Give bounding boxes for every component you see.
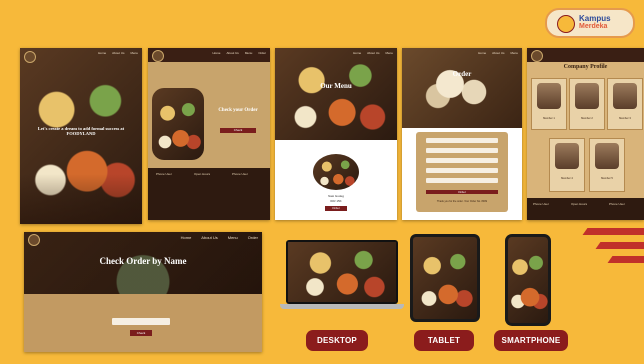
check-order-screenshot: Home About Us Menu Order Check your Order C…: [148, 48, 270, 220]
navbar: [527, 48, 644, 62]
menu-screenshot: Home About Us Menu Our Menu Nasi Gudeg IDR…: [275, 48, 397, 220]
home-screenshot: Home About Us Menu Let's create a dream …: [20, 48, 142, 224]
footer: Phone User Open Hours Phone User: [527, 198, 644, 220]
member-name: Member 3: [619, 117, 631, 120]
footer-col1: Phone User: [533, 202, 549, 206]
check-by-name-title: Check Order by Name: [99, 256, 187, 266]
company-screenshot: Company Profile Member 1 Member 2 Member…: [527, 48, 644, 220]
smartphone-label: SMARTPHONE: [494, 330, 568, 351]
member-photo: [555, 143, 579, 169]
menu-item-price: IDR 15K: [330, 199, 342, 203]
brand-logo: Kampus Merdeka: [545, 8, 635, 38]
member-card: Member 4: [549, 138, 585, 192]
brand-emblem-icon: [557, 15, 575, 33]
order-field[interactable]: [426, 158, 498, 163]
menu-item-name: Nasi Gudeg: [328, 194, 344, 198]
nav-about[interactable]: About Us: [367, 51, 379, 55]
nav-menu[interactable]: Menu: [130, 51, 138, 55]
name-input[interactable]: [112, 318, 170, 325]
logo-icon: [28, 234, 40, 246]
member-name: Member 5: [601, 177, 613, 180]
menu-item-photo: [313, 154, 359, 190]
decor-stripe: [595, 242, 644, 249]
tablet-device: [410, 234, 480, 322]
order-note: Thank you for the order. Your Order No. …: [436, 200, 488, 203]
desktop-screen: [286, 240, 398, 304]
tablet-label: TABLET: [414, 330, 474, 351]
logo-icon: [24, 51, 36, 63]
member-card: Member 5: [589, 138, 625, 192]
nav-home[interactable]: Home: [181, 235, 192, 240]
smartphone-device: [505, 234, 551, 326]
nav-about[interactable]: About Us: [226, 51, 238, 55]
home-dark-overlay: [20, 174, 142, 224]
footer: Phone User Open Hours Phone User: [148, 168, 270, 220]
brand-subtitle: Merdeka: [579, 23, 608, 30]
nav-menu[interactable]: Menu: [385, 51, 393, 55]
nav-menu[interactable]: Menu: [228, 235, 238, 240]
member-photo: [613, 83, 637, 109]
nav-order[interactable]: Order: [258, 51, 266, 55]
footer-col1: Phone User: [156, 172, 172, 176]
footer-col3: Phone User: [232, 172, 248, 176]
nav-about[interactable]: About Us: [201, 235, 217, 240]
order-field[interactable]: [426, 148, 498, 153]
decor-stripe: [607, 256, 644, 263]
nav-menu[interactable]: Menu: [245, 51, 253, 55]
footer-col2: Open Hours: [194, 172, 211, 176]
food-photo: [152, 88, 204, 160]
nav-home[interactable]: Home: [212, 51, 220, 55]
check-button[interactable]: Check: [220, 128, 256, 133]
order-screenshot: Home About Us Menu Order Order Thank you f…: [402, 48, 522, 220]
check-by-name-button[interactable]: Check: [130, 330, 152, 336]
menu-order-button[interactable]: Order: [325, 206, 347, 211]
check-your-order-title: Check your Order: [218, 108, 258, 113]
desktop-base: [280, 304, 404, 309]
desktop-label: DESKTOP: [306, 330, 368, 351]
tablet-screen: [413, 237, 477, 319]
order-field[interactable]: [426, 168, 498, 173]
company-title: Company Profile: [563, 64, 608, 70]
nav-home[interactable]: Home: [478, 51, 486, 55]
nav-home[interactable]: Home: [353, 51, 361, 55]
nav-about[interactable]: About Us: [492, 51, 504, 55]
nav-order[interactable]: Order: [248, 235, 258, 240]
decor-stripe: [582, 228, 644, 235]
order-field[interactable]: [426, 178, 498, 183]
check-by-name-screenshot: Home About Us Menu Order Check Order by Nam…: [24, 232, 262, 352]
member-card: Member 2: [569, 78, 605, 130]
logo-icon: [152, 50, 164, 62]
member-name: Member 4: [561, 177, 573, 180]
member-name: Member 1: [543, 117, 555, 120]
menu-hero: Home About Us Menu Our Menu: [275, 48, 397, 140]
footer-col3: Phone User: [609, 202, 625, 206]
desktop-device: [280, 240, 404, 310]
home-headline: Let's create a dream to add formal succe…: [37, 126, 125, 136]
member-card: Member 3: [607, 78, 643, 130]
member-name: Member 2: [581, 117, 593, 120]
member-photo: [595, 143, 619, 169]
member-card: Member 1: [531, 78, 567, 130]
brand-title: Kampus: [579, 14, 611, 23]
member-photo: [575, 83, 599, 109]
order-title: Order: [452, 70, 472, 78]
menu-title: Our Menu: [320, 82, 352, 90]
order-submit-button[interactable]: Order: [426, 190, 498, 194]
nav-about[interactable]: About Us: [112, 51, 124, 55]
member-photo: [537, 83, 561, 109]
nav: Home About Us Menu: [98, 51, 138, 55]
order-hero: Home About Us Menu Order: [402, 48, 522, 128]
navbar: Home About Us Menu Order: [148, 48, 270, 62]
nav-home[interactable]: Home: [98, 51, 106, 55]
nav-menu[interactable]: Menu: [510, 51, 518, 55]
page: { "brand": {"title": "Kampus", "subtitle…: [0, 0, 644, 364]
logo-icon: [531, 50, 543, 62]
order-form: Order Thank you for the order. Your Orde…: [416, 132, 508, 212]
check-by-name-hero: Home About Us Menu Order Check Order by Nam…: [24, 232, 262, 294]
smartphone-screen: [508, 237, 548, 323]
footer-col2: Open Hours: [571, 202, 588, 206]
desktop-screen-content: [288, 242, 396, 302]
order-field[interactable]: [426, 138, 498, 143]
